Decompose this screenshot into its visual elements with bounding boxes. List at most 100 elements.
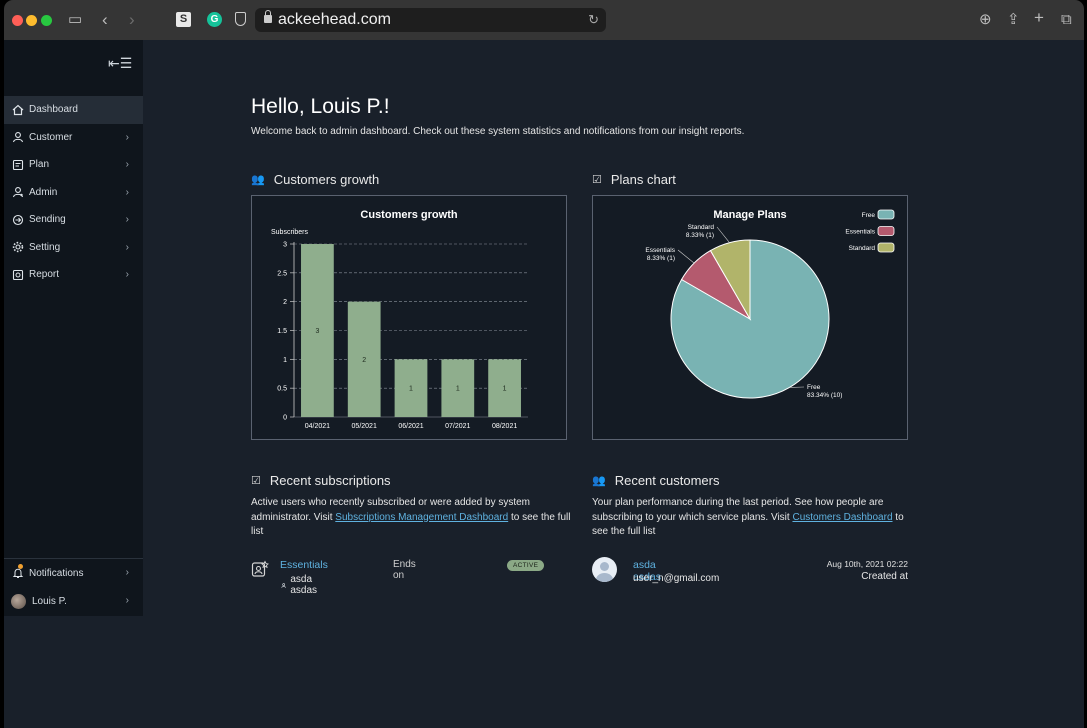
chevron-right-icon: ›	[125, 595, 129, 606]
x-tick-label: 06/2021	[398, 423, 423, 430]
sidebar-item-label: Dashboard	[29, 104, 78, 116]
sidebar-item-report[interactable]: Report ›	[4, 261, 143, 289]
users-icon: 👥	[592, 475, 606, 487]
page-title: Hello, Louis P.!	[251, 95, 390, 118]
plans-pie-chart: Manage PlansFree83.34% (10)Essentials8.3…	[645, 209, 895, 399]
pie-slice-label: 8.33% (1)	[686, 232, 714, 239]
chevron-right-icon: ›	[125, 186, 129, 198]
section-title: Customers growth	[273, 172, 380, 187]
sidebar-item-admin[interactable]: Admin ›	[4, 179, 143, 207]
chevron-right-icon: ›	[125, 214, 129, 225]
app-root: ⇤☰ Dashboard Customer › Plan › Admin › S…	[4, 40, 1084, 728]
sidebar-item-label: Customer	[29, 131, 73, 143]
chevron-right-icon: ›	[125, 241, 129, 253]
pie-leader-line	[677, 249, 695, 264]
section-title: Recent customers	[614, 473, 720, 488]
avatar	[11, 593, 26, 609]
y-tick-label: 1.5	[277, 328, 287, 335]
sending-icon	[11, 213, 25, 227]
customers-dashboard-link[interactable]: Customers Dashboard	[792, 512, 892, 523]
customer-email: user_n@gmail.com	[633, 573, 720, 584]
sidebar-toggle-icon[interactable]: ▭	[68, 10, 82, 30]
sidebar-item-label: Setting	[29, 241, 61, 253]
sidebar-item-label: Report	[29, 269, 60, 281]
subscriptions-dashboard-link[interactable]: Subscriptions Management Dashboard	[335, 512, 508, 523]
legend-swatch	[877, 226, 895, 236]
section-title: Plans chart	[610, 172, 676, 187]
bar-data-label: 1	[503, 386, 507, 393]
legend-label: Standard	[849, 245, 876, 252]
welcome-text: Welcome back to admin dashboard. Check o…	[251, 126, 745, 137]
legend-label: Free	[862, 212, 876, 219]
customer-avatar	[592, 557, 617, 582]
sidebar-item-notifications[interactable]: Notifications ›	[4, 559, 143, 587]
ends-on-label: Ends on	[393, 559, 416, 581]
address-bar[interactable]: ackeehead.com ↻	[255, 8, 606, 32]
subscription-user: asda asdas	[281, 574, 321, 596]
subscription-plan-link[interactable]: Essentials	[280, 559, 328, 571]
y-tick-label: 1	[283, 357, 287, 364]
pie-leader-line	[716, 226, 730, 243]
share-icon[interactable]: ⇪	[1007, 10, 1020, 30]
back-icon[interactable]: ‹	[102, 10, 108, 30]
customer-created-label: Created at	[861, 571, 908, 582]
tab-overview-icon[interactable]: ⧉	[1061, 10, 1072, 30]
collapse-sidebar-icon[interactable]: ⇤☰	[108, 55, 132, 72]
sidebar-item-dashboard[interactable]: Dashboard	[4, 96, 143, 124]
sidebar-item-plan[interactable]: Plan ›	[4, 151, 143, 179]
grammarly-icon[interactable]: G	[207, 12, 222, 27]
customer-created-date: Aug 10th, 2021 02:22	[826, 559, 908, 569]
notification-dot	[18, 564, 23, 569]
chart-title: Customers growth	[360, 209, 457, 221]
sidebar-footer: Notifications › Louis P. ›	[4, 558, 143, 615]
extension-s-icon[interactable]: S	[176, 12, 191, 27]
recent-subscriptions-heading: ☑ Recent subscriptions	[251, 473, 391, 488]
status-badge: ACTIVE	[507, 560, 545, 571]
sidebar: ⇤☰ Dashboard Customer › Plan › Admin › S…	[4, 40, 143, 616]
x-tick-label: 05/2021	[352, 423, 377, 430]
close-window-button[interactable]	[12, 15, 23, 26]
new-tab-icon[interactable]: +	[1034, 8, 1044, 28]
bar-data-label: 3	[315, 328, 319, 335]
x-tick-label: 07/2021	[445, 423, 470, 430]
pie-slice-name: Free	[807, 384, 821, 391]
customers-growth-heading: 👥 Customers growth	[251, 172, 379, 187]
x-tick-label: 04/2021	[305, 423, 330, 430]
legend-label: Essentials	[845, 229, 875, 236]
check-square-icon: ☑	[592, 174, 602, 186]
check-square-icon: ☑	[251, 475, 261, 487]
bar-data-label: 2	[362, 357, 366, 364]
pie-slice-label: 8.33% (1)	[647, 255, 675, 262]
x-tick-label: 08/2021	[492, 423, 517, 430]
maximize-window-button[interactable]	[41, 15, 52, 26]
privacy-shield-icon[interactable]	[235, 12, 246, 26]
sidebar-item-label: Notifications	[29, 567, 84, 579]
recent-customers-desc: Your plan performance during the last pe…	[592, 496, 910, 540]
sidebar-item-sending[interactable]: Sending ›	[4, 206, 143, 234]
plans-chart-panel: Manage Plans Free 83.34% (10) Essentials 8.3…	[592, 195, 908, 440]
download-icon[interactable]: ⊕	[979, 10, 992, 30]
y-tick-label: 2.5	[277, 270, 287, 277]
minimize-window-button[interactable]	[26, 15, 37, 26]
home-icon	[11, 103, 25, 117]
y-tick-label: 3	[283, 242, 287, 249]
plan-icon	[11, 158, 25, 172]
users-icon: 👥	[251, 174, 265, 186]
bar-data-label: 1	[456, 386, 460, 393]
y-axis-label: Subscribers	[271, 229, 308, 236]
plans-chart-heading: ☑ Plans chart	[592, 172, 676, 187]
sidebar-item-customer[interactable]: Customer ›	[4, 124, 143, 152]
user-icon	[281, 582, 286, 588]
chart-title: Manage Plans	[713, 209, 786, 221]
forward-icon[interactable]: ›	[129, 10, 135, 30]
sidebar-item-label: Admin	[29, 186, 58, 198]
sidebar-item-user[interactable]: Louis P. ›	[4, 587, 143, 615]
customers-growth-chart: Customers growth Subscribers 0 0.5 1 1.5 2 2.5 3…	[271, 209, 528, 430]
chevron-right-icon: ›	[125, 131, 129, 143]
report-icon	[11, 268, 25, 282]
reload-icon[interactable]: ↻	[588, 12, 599, 28]
chevron-right-icon: ›	[125, 269, 129, 280]
pie-slice-label: 83.34% (10)	[807, 392, 842, 399]
sidebar-item-setting[interactable]: Setting ›	[4, 234, 143, 262]
sidebar-nav: Dashboard Customer › Plan › Admin › Send…	[4, 96, 143, 289]
